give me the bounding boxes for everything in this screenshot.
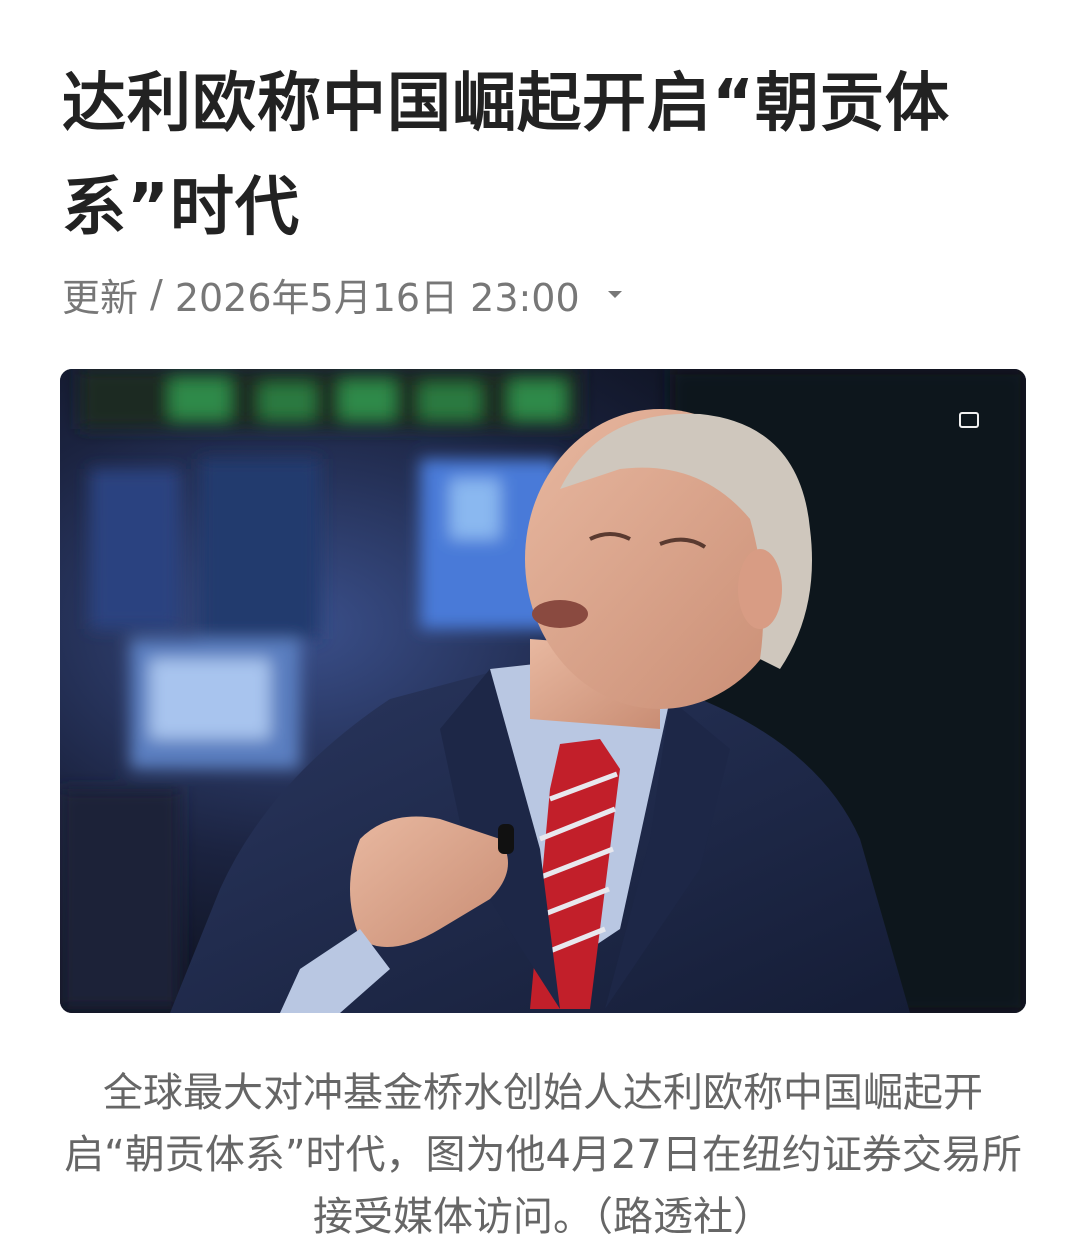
article-meta: 更新 / 2026年5月16日 23:00: [62, 266, 622, 322]
headline: 达利欧称中国崛起开启“朝贡体系”时代: [62, 67, 951, 245]
chevron-down-icon[interactable]: [607, 290, 622, 298]
article-photo[interactable]: [60, 369, 1026, 1013]
news-article: 达利欧称中国崛起开启“朝贡体系”时代 更新 / 2026年5月16日 23:00: [0, 0, 1080, 1250]
meta-separator: /: [150, 272, 163, 316]
photo-caption: 全球最大对冲基金桥水创始人达利欧称中国崛起开启“朝贡体系”时代，图为他4月27日…: [64, 1070, 1022, 1240]
update-label: 更新: [62, 275, 139, 320]
publish-datetime: 2026年5月16日 23:00: [174, 275, 580, 320]
photo-illustration: [60, 369, 1026, 1013]
